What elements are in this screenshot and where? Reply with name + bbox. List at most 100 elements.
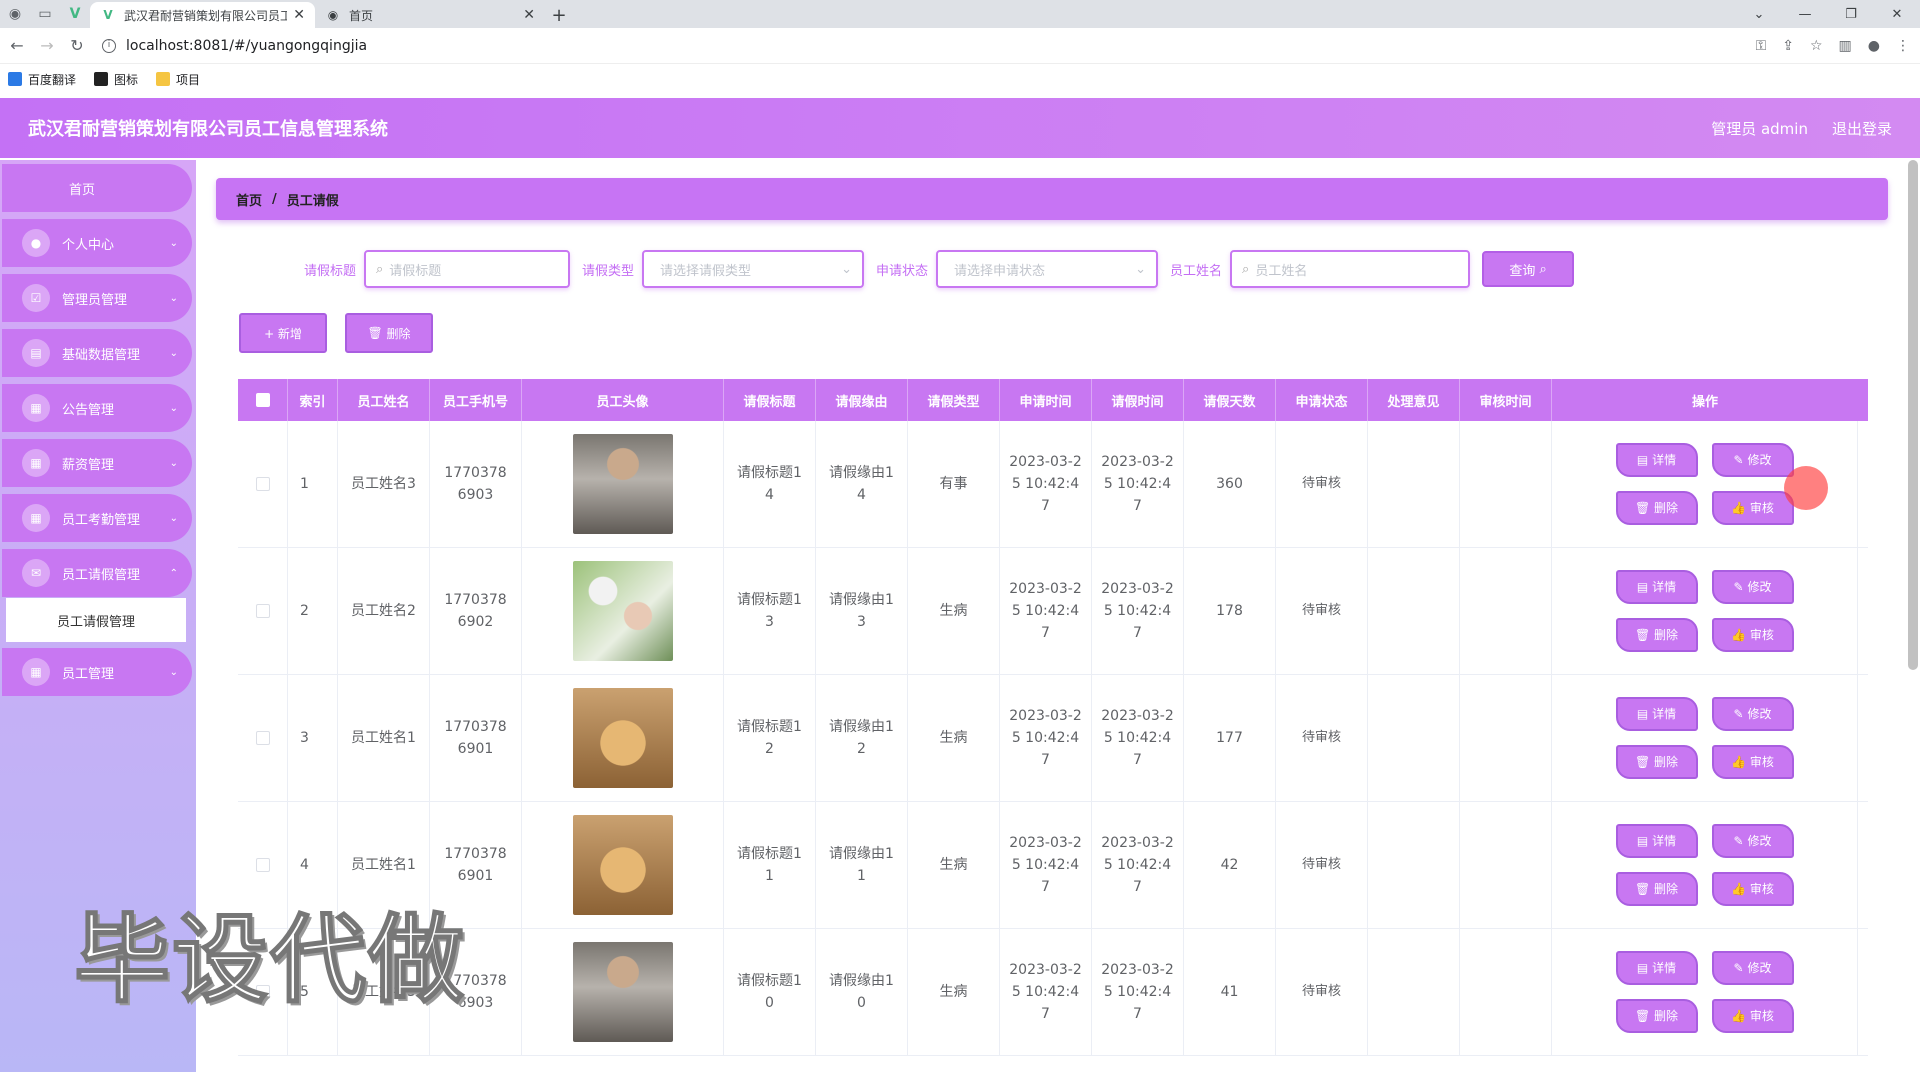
close-icon[interactable]: ✕ — [523, 7, 535, 23]
phone-cell: 17703786903 — [430, 421, 522, 547]
thumb-icon: 👍 — [1731, 628, 1747, 642]
close-window-icon[interactable]: ✕ — [1874, 7, 1920, 22]
review-button[interactable]: 👍 审核 — [1711, 999, 1794, 1033]
forward-icon[interactable]: → — [34, 36, 60, 55]
header-cell: 员工头像 — [522, 379, 724, 421]
sidebar-item-leave[interactable]: ✉ 员工请假管理 ⌃ — [2, 549, 192, 597]
sidebar-subitem-leave-manage[interactable]: 员工请假管理 — [6, 598, 186, 642]
chevron-down-icon[interactable]: ⌄ — [1736, 7, 1782, 22]
delete-button[interactable]: 🗑 删除 — [1615, 745, 1698, 779]
review-button[interactable]: 👍 审核 — [1711, 872, 1794, 906]
type-select[interactable]: 请选择请假类型 ⌄ — [642, 250, 865, 288]
edit-button[interactable]: ✎ 修改 — [1711, 697, 1794, 731]
name-search-input[interactable]: ⌕ 员工姓名 — [1230, 250, 1471, 288]
status-cell: 待审核 — [1276, 675, 1368, 801]
document-icon: ▤ — [1636, 834, 1649, 848]
row-checkbox[interactable] — [255, 858, 270, 872]
review-label: 审核 — [1749, 501, 1774, 515]
profile-icon[interactable]: ● — [1868, 38, 1880, 54]
minimize-icon[interactable]: — — [1782, 7, 1828, 22]
reason-cell: 请假缘由12 — [816, 675, 908, 801]
delete-button[interactable]: 🗑 删除 — [1615, 618, 1698, 652]
edit-button[interactable]: ✎ 修改 — [1711, 824, 1794, 858]
sidebar-item-employee[interactable]: ▦ 员工管理 ⌄ — [2, 648, 192, 696]
detail-button[interactable]: ▤ 详情 — [1615, 443, 1698, 477]
sidebar-item-attendance[interactable]: ▦ 员工考勤管理 ⌄ — [2, 494, 192, 542]
search-icon: ⌕ — [376, 261, 384, 277]
name-label: 员工姓名 — [1170, 263, 1223, 279]
vue-icon[interactable]: V — [60, 0, 90, 28]
url-field[interactable]: i localhost:8081/#/yuangongqingjia — [102, 38, 367, 54]
trash-icon: 🗑 — [1634, 628, 1651, 642]
delete-button[interactable]: 🗑 删除 — [1615, 872, 1698, 906]
chevron-down-icon: ⌄ — [169, 666, 178, 678]
browser-tab[interactable]: ◉ 首页 ✕ — [315, 2, 545, 28]
avatar[interactable] — [572, 561, 673, 661]
sidebar-item-notice[interactable]: ▦ 公告管理 ⌄ — [2, 384, 192, 432]
avatar-cell — [522, 675, 724, 801]
select-all-checkbox[interactable] — [255, 393, 270, 407]
row-checkbox[interactable] — [255, 604, 270, 618]
avatar[interactable] — [572, 815, 673, 915]
delete-label: 删除 — [1654, 755, 1679, 769]
detail-button[interactable]: ▤ 详情 — [1615, 951, 1698, 985]
back-icon[interactable]: ← — [4, 36, 30, 55]
detail-button[interactable]: ▤ 详情 — [1615, 824, 1698, 858]
sidepanel-icon[interactable]: ▥ — [1839, 38, 1852, 54]
menu-icon[interactable]: ⋮ — [1896, 38, 1910, 54]
delete-button[interactable]: 🗑 删除 — [1615, 999, 1698, 1033]
blank-tab-icon[interactable]: ▭ — [30, 0, 60, 28]
bookmark-item[interactable]: 项目 — [156, 71, 200, 88]
detail-button[interactable]: ▤ 详情 — [1615, 697, 1698, 731]
share-icon[interactable]: ⇪ — [1782, 38, 1794, 54]
page-scrollbar[interactable] — [1908, 160, 1918, 670]
grid-icon: ▦ — [22, 658, 50, 686]
batch-delete-button[interactable]: 🗑 删除 — [345, 313, 433, 353]
sidebar-item-label: 员工管理 — [62, 666, 115, 682]
sidebar-item-personal-center[interactable]: ● 个人中心 ⌄ — [2, 219, 192, 267]
delete-label: 删除 — [1654, 628, 1679, 642]
row-checkbox[interactable] — [255, 477, 270, 491]
review-button[interactable]: 👍 审核 — [1711, 745, 1794, 779]
table-row: 5 员工姓名3 17703786903 请假标题10 请假缘由10 生病 2023-03-2… — [238, 929, 1868, 1056]
sidebar-item-base-data[interactable]: ▤ 基础数据管理 ⌄ — [2, 329, 192, 377]
status-select[interactable]: 请选择申请状态 ⌄ — [936, 250, 1159, 288]
globe-icon[interactable]: ◉ — [0, 0, 30, 28]
days-cell: 42 — [1184, 802, 1276, 928]
review-button[interactable]: 👍 审核 — [1711, 491, 1794, 525]
reload-icon[interactable]: ↻ — [64, 36, 90, 55]
breadcrumb-home[interactable]: 首页 — [236, 190, 262, 209]
edit-button[interactable]: ✎ 修改 — [1711, 951, 1794, 985]
star-icon[interactable]: ☆ — [1810, 38, 1823, 54]
sidebar-item-salary[interactable]: ▦ 薪资管理 ⌄ — [2, 439, 192, 487]
add-button[interactable]: + 新增 — [239, 313, 327, 353]
avatar[interactable] — [572, 942, 673, 1042]
logout-link[interactable]: 退出登录 — [1832, 118, 1892, 139]
edit-button[interactable]: ✎ 修改 — [1711, 443, 1794, 477]
detail-button[interactable]: ▤ 详情 — [1615, 570, 1698, 604]
bookmark-item[interactable]: 百度翻译 — [8, 71, 76, 88]
edit-button[interactable]: ✎ 修改 — [1711, 570, 1794, 604]
sidebar-item-home[interactable]: 首页 — [2, 164, 192, 212]
sidebar-item-label: 管理员管理 — [62, 292, 128, 308]
header-cell: 员工姓名 — [338, 379, 430, 421]
bookmark-item[interactable]: 图标 — [94, 71, 138, 88]
review-button[interactable]: 👍 审核 — [1711, 618, 1794, 652]
row-checkbox[interactable] — [255, 731, 270, 745]
query-button[interactable]: 查询 ⌕ — [1482, 251, 1575, 287]
avatar[interactable] — [572, 688, 673, 788]
new-tab-button[interactable]: + — [545, 2, 573, 28]
grid-icon: ▦ — [22, 504, 50, 532]
table-row: 4 员工姓名1 17703786901 请假标题11 请假缘由11 生病 2023-03-2… — [238, 802, 1868, 929]
info-icon[interactable]: i — [102, 38, 116, 53]
sidebar-item-admin[interactable]: ☑ 管理员管理 ⌄ — [2, 274, 192, 322]
avatar[interactable] — [572, 434, 673, 534]
restore-icon[interactable]: ❐ — [1828, 7, 1874, 22]
key-icon[interactable]: ⚿ — [1756, 38, 1767, 54]
close-icon[interactable]: ✕ — [293, 7, 305, 23]
title-search-input[interactable]: ⌕ 请假标题 — [364, 250, 570, 288]
browser-tab-active[interactable]: V 武汉君耐营销策划有限公司员工信息管理系统 ✕ — [90, 2, 315, 28]
review-label: 审核 — [1749, 628, 1774, 642]
sidebar-item-label: 基础数据管理 — [62, 347, 141, 363]
delete-button[interactable]: 🗑 删除 — [1615, 491, 1698, 525]
